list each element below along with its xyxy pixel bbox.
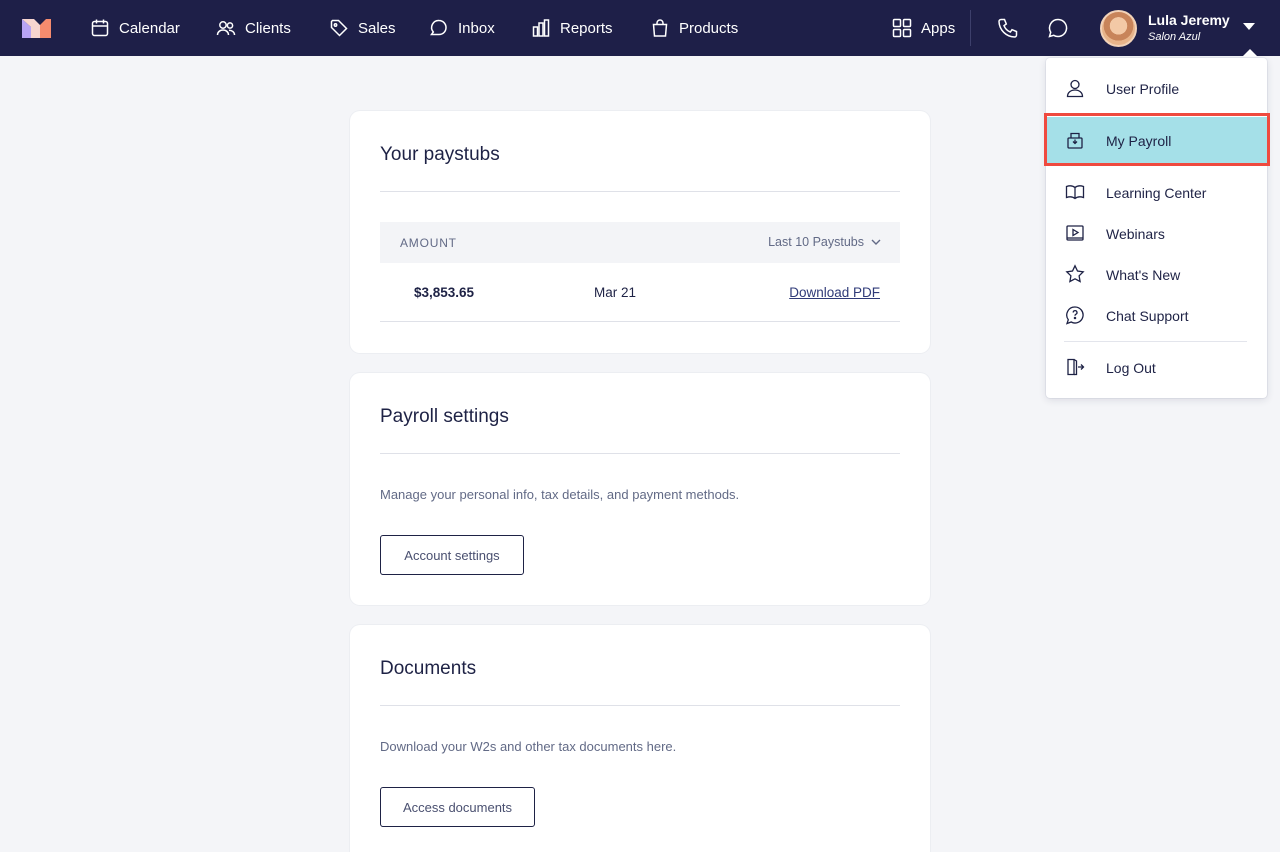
menu-item-webinars[interactable]: Webinars [1046,213,1267,254]
menu-item-user-profile[interactable]: User Profile [1046,68,1267,109]
user-name: Lula Jeremy [1148,12,1230,29]
card-description: Download your W2s and other tax document… [380,739,677,754]
user-menu-toggle[interactable]: Lula Jeremy Salon Azul [1100,9,1230,47]
card-title: Payroll settings [380,406,509,427]
user-info: Lula Jeremy Salon Azul [1148,12,1230,43]
nav-label: Inbox [458,19,495,37]
paystubs-card: Your paystubs AMOUNT Last 10 Paystubs $3… [350,111,930,353]
top-nav: Calendar Clients Sales Inbox Reports Pro… [0,0,1280,56]
table-row: $3,853.65 Mar 21 Download PDF [380,263,900,322]
phone-icon[interactable] [996,16,1020,40]
paystub-date: Mar 21 [594,285,637,300]
chevron-down-icon [870,236,882,248]
documents-card: Documents Download your W2s and other ta… [350,625,930,852]
menu-label: User Profile [1106,80,1180,97]
nav-reports[interactable]: Reports [531,0,613,56]
calendar-icon [90,18,110,38]
filter-label: Last 10 Paystubs [768,235,864,249]
nav-label: Calendar [119,19,180,37]
clients-icon [216,18,236,38]
menu-pointer [1241,49,1259,58]
nav-inbox[interactable]: Inbox [429,0,495,56]
menu-divider [1064,341,1247,342]
user-salon: Salon Azul [1148,30,1201,43]
menu-item-chat-support[interactable]: Chat Support [1046,295,1267,336]
divider [380,705,900,706]
video-icon [1065,223,1085,243]
reports-icon [531,18,551,38]
menu-label: Chat Support [1106,307,1189,324]
star-icon [1065,264,1085,284]
account-settings-button[interactable]: Account settings [380,535,524,575]
inbox-icon [429,18,449,38]
avatar [1100,9,1137,47]
menu-item-whats-new[interactable]: What's New [1046,254,1267,295]
tag-icon [329,18,349,38]
chat-support-icon [1065,305,1085,325]
card-description: Manage your personal info, tax details, … [380,487,740,502]
user-dropdown-menu: User Profile My Payroll Learning Center … [1046,58,1267,398]
book-icon [1065,182,1085,202]
logout-icon [1065,357,1085,377]
chat-icon[interactable] [1046,16,1070,40]
card-title: Documents [380,658,477,679]
nav-sales[interactable]: Sales [329,0,396,56]
menu-label: My Payroll [1106,132,1172,149]
nav-divider [970,10,971,46]
paystubs-filter-dropdown[interactable]: Last 10 Paystubs [768,235,882,249]
user-icon [1065,78,1085,98]
menu-label: What's New [1106,266,1181,283]
brand-logo-icon[interactable] [22,17,51,38]
nav-clients[interactable]: Clients [216,0,291,56]
menu-label: Learning Center [1106,184,1207,201]
menu-item-log-out[interactable]: Log Out [1046,347,1267,388]
column-header-amount: AMOUNT [400,236,457,250]
card-title: Your paystubs [380,144,500,165]
nav-label: Products [679,19,739,37]
nav-label: Apps [921,19,956,37]
menu-label: Log Out [1106,359,1156,376]
access-documents-button[interactable]: Access documents [380,787,535,827]
divider [380,453,900,454]
paystub-amount: $3,853.65 [414,285,475,300]
divider [380,191,900,192]
payroll-settings-card: Payroll settings Manage your personal in… [350,373,930,605]
bag-icon [650,18,670,38]
nav-calendar[interactable]: Calendar [90,0,180,56]
nav-products[interactable]: Products [650,0,738,56]
table-header: AMOUNT Last 10 Paystubs [380,222,900,263]
chevron-down-icon[interactable] [1243,23,1255,30]
menu-item-learning-center[interactable]: Learning Center [1046,172,1267,213]
menu-item-my-payroll[interactable]: My Payroll [1046,117,1267,164]
apps-grid-icon [892,18,912,38]
download-pdf-link[interactable]: Download PDF [789,285,880,300]
nav-label: Reports [560,19,613,37]
payroll-icon [1065,130,1085,150]
menu-label: Webinars [1106,225,1165,242]
nav-label: Sales [358,19,396,37]
nav-apps[interactable]: Apps [892,0,955,56]
nav-label: Clients [245,19,291,37]
